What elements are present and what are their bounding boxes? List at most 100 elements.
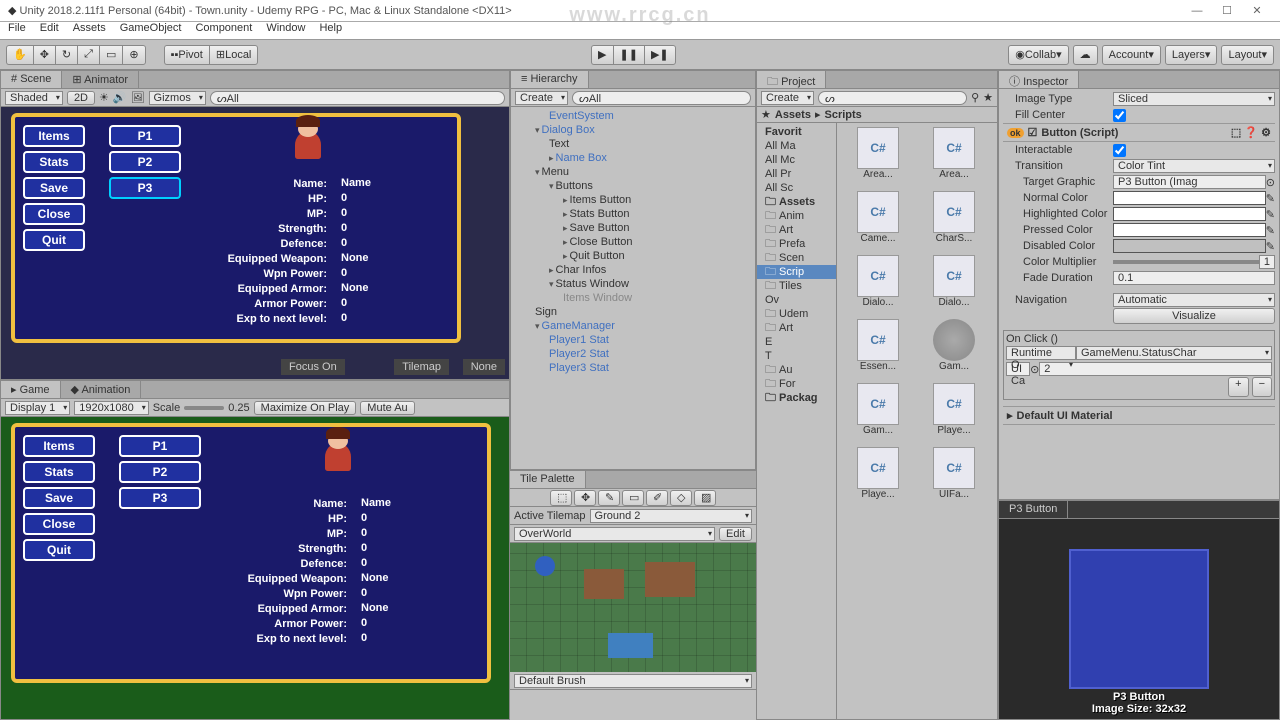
move-tool[interactable]: ✥ [33,45,55,65]
g-rpg-p3[interactable]: P3 [119,487,201,509]
world-dropdown[interactable]: OverWorld [514,527,715,541]
2d-toggle[interactable]: 2D [67,91,95,105]
hierarchy-item[interactable]: EventSystem [511,109,755,123]
scene-view[interactable]: Items Stats Save Close Quit P1 P2 P3 Nam… [1,107,509,379]
maximize-button[interactable]: ☐ [1212,4,1242,17]
project-search[interactable]: ᔕ [818,91,967,105]
project-tree-item[interactable]: All Pr [757,167,836,181]
rpg-close[interactable]: Close [23,203,85,225]
project-tree[interactable]: FavoritAll MaAll McAll PrAll ScAssetsAni… [757,123,837,719]
g-rpg-close[interactable]: Close [23,513,95,535]
select-tool[interactable]: ⬚ [550,490,572,506]
hierarchy-item[interactable]: Items Window [511,291,755,305]
hierarchy-item[interactable]: Status Window [511,277,755,291]
mute-toggle[interactable]: Mute Au [360,401,414,415]
pressed-color-swatch[interactable] [1113,223,1266,237]
hierarchy-tab[interactable]: ≡ Hierarchy [511,71,589,88]
rect-tool[interactable]: ▭ [99,45,122,65]
hierarchy-search[interactable]: ᔕAll [572,91,751,105]
project-tree-item[interactable]: Art [757,321,836,335]
highlighted-color-swatch[interactable] [1113,207,1266,221]
g-rpg-p1[interactable]: P1 [119,435,201,457]
eraser-tool[interactable]: ◇ [670,490,692,506]
pivot-toggle[interactable]: ▪▪ Pivot [164,45,209,65]
menu-assets[interactable]: Assets [73,22,106,39]
image-type-dropdown[interactable]: Sliced [1113,92,1275,106]
hierarchy-list[interactable]: EventSystemDialog BoxTextName BoxMenuBut… [511,107,755,469]
g-rpg-stats[interactable]: Stats [23,461,95,483]
hierarchy-item[interactable]: GameManager [511,319,755,333]
hierarchy-create[interactable]: Create [515,91,568,105]
fade-field[interactable]: 0.1 [1113,271,1275,285]
hierarchy-item[interactable]: Text [511,137,755,151]
box-tool[interactable]: ▭ [622,490,644,506]
project-create[interactable]: Create [761,91,814,105]
menu-gameobject[interactable]: GameObject [120,22,182,39]
inspector-tab[interactable]: ⓘ Inspector [999,71,1079,88]
asset-item[interactable]: C#Area... [841,127,915,189]
normal-color-swatch[interactable] [1113,191,1266,205]
asset-item[interactable]: C#Essen... [841,319,915,381]
brush-tool[interactable]: ✎ [598,490,620,506]
asset-item[interactable]: C#Playe... [917,383,991,445]
asset-item[interactable]: Gam... [917,319,991,381]
display-dropdown[interactable]: Display 1 [5,401,70,415]
menu-component[interactable]: Component [195,22,252,39]
asset-item[interactable]: C#Gam... [841,383,915,445]
rpg-stats[interactable]: Stats [23,151,85,173]
hierarchy-item[interactable]: Menu [511,165,755,179]
g-rpg-save[interactable]: Save [23,487,95,509]
project-tree-item[interactable]: Anim [757,209,836,223]
rpg-quit[interactable]: Quit [23,229,85,251]
rpg-p2[interactable]: P2 [109,151,181,173]
scale-tool[interactable]: ⤢ [77,45,99,65]
hierarchy-item[interactable]: Save Button [511,221,755,235]
animation-tab[interactable]: ◆ Animation [61,381,142,398]
light-icon[interactable]: ☀ [99,91,109,104]
project-tree-item[interactable]: Udem [757,307,836,321]
scene-search[interactable]: ᔕAll [210,91,505,105]
project-tree-item[interactable]: Scrip [757,265,836,279]
preview-area[interactable]: P3 Button Image Size: 32x32 [999,519,1279,719]
project-tree-item[interactable]: All Mc [757,153,836,167]
g-rpg-items[interactable]: Items [23,435,95,457]
project-tree-item[interactable]: All Ma [757,139,836,153]
function-dropdown[interactable]: GameMenu.StatusChar [1076,346,1272,360]
material-header[interactable]: ▸ Default UI Material [1003,406,1275,425]
hierarchy-item[interactable]: Sign [511,305,755,319]
audio-icon[interactable]: 🔊 [113,91,127,104]
hierarchy-item[interactable]: Dialog Box [511,123,755,137]
tile-palette-tab[interactable]: Tile Palette [510,471,586,488]
project-tree-item[interactable]: Scen [757,251,836,265]
shading-mode[interactable]: Shaded [5,91,63,105]
rpg-items[interactable]: Items [23,125,85,147]
multiplier-slider[interactable] [1113,260,1259,264]
add-event[interactable]: + [1228,377,1248,397]
remove-event[interactable]: − [1252,377,1272,397]
image-icon[interactable]: 🖼 [131,91,145,104]
rotate-tool[interactable]: ↻ [55,45,77,65]
account-button[interactable]: Account ▾ [1102,45,1161,65]
button-component-header[interactable]: ok☑ Button (Script)⬚ ❓ ⚙ [1003,123,1275,142]
transition-dropdown[interactable]: Color Tint [1113,159,1275,173]
step-button[interactable]: ▶❚ [644,45,676,65]
visualize-button[interactable]: Visualize [1113,308,1275,324]
menu-edit[interactable]: Edit [40,22,59,39]
hierarchy-item[interactable]: Buttons [511,179,755,193]
multiplier-field[interactable]: 1 [1259,255,1275,269]
g-rpg-quit[interactable]: Quit [23,539,95,561]
game-tab[interactable]: ▸ Game [1,381,61,398]
arg-field[interactable]: 2 [1039,362,1272,376]
project-tree-item[interactable]: E [757,335,836,349]
hierarchy-item[interactable]: Name Box [511,151,755,165]
hierarchy-item[interactable]: Items Button [511,193,755,207]
menu-help[interactable]: Help [319,22,342,39]
hierarchy-item[interactable]: Player1 Stat [511,333,755,347]
transform-tool[interactable]: ⊕ [122,45,145,65]
local-toggle[interactable]: ⊞ Local [209,45,259,65]
hierarchy-item[interactable]: Quit Button [511,249,755,263]
nav-dropdown[interactable]: Automatic [1113,293,1275,307]
palette-canvas[interactable] [510,543,756,672]
picker-tool[interactable]: ✐ [646,490,668,506]
project-tree-item[interactable]: Tiles [757,279,836,293]
